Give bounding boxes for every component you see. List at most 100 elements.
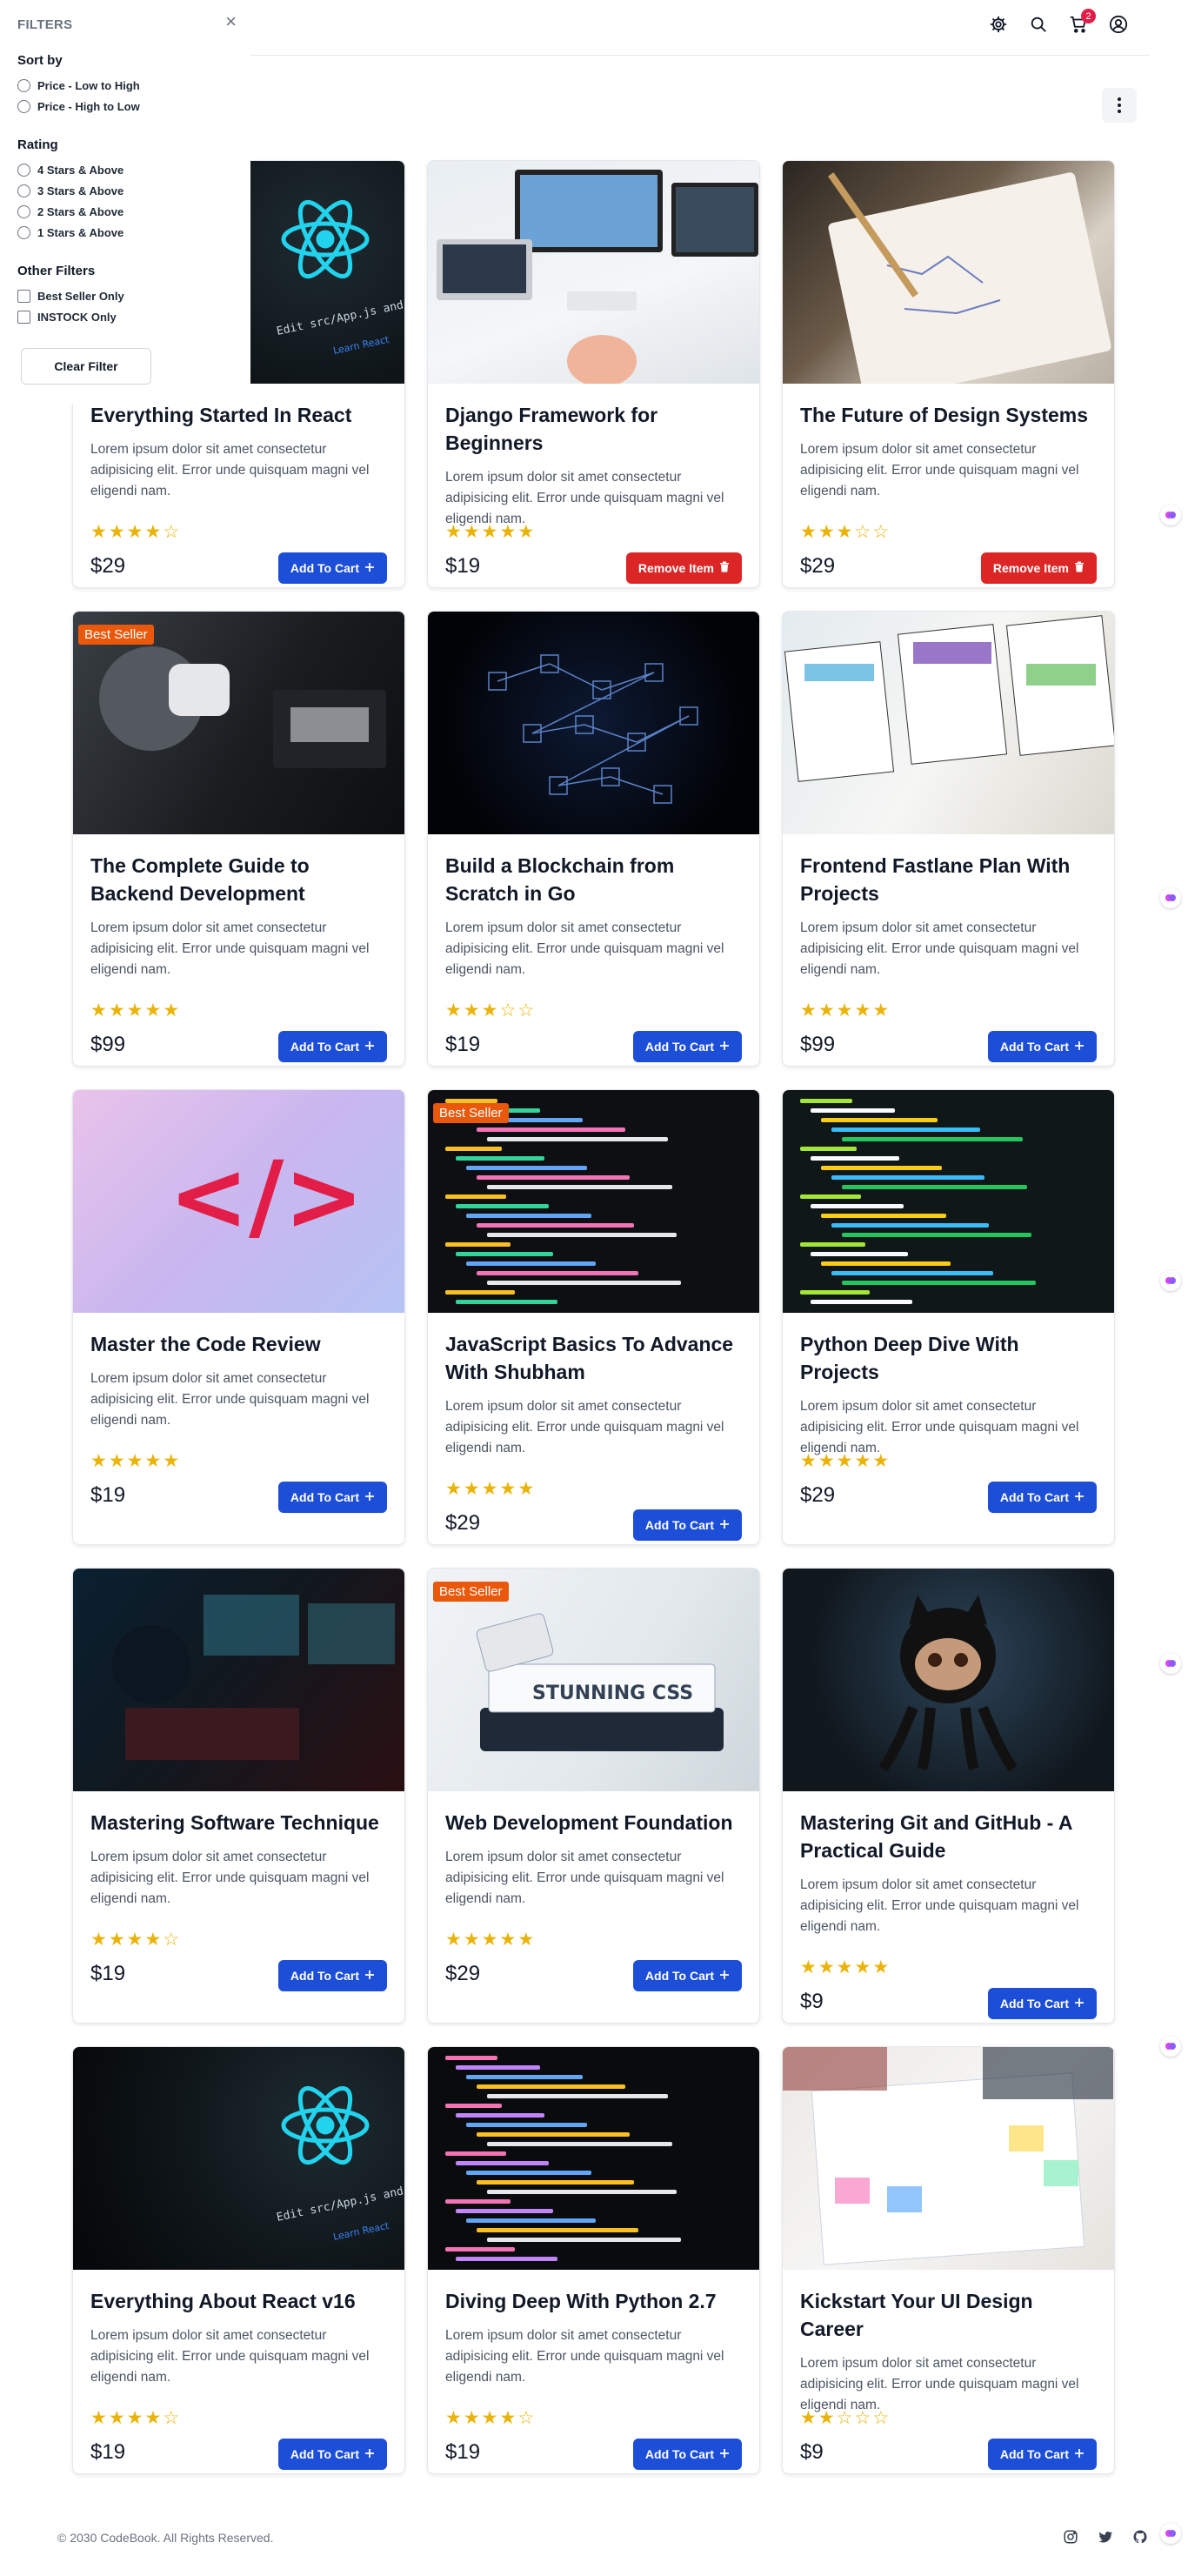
add-to-cart-button[interactable]: Add To Cart — [987, 1482, 1097, 1513]
product-title[interactable]: Master the Code Review — [90, 1330, 387, 1358]
user-icon[interactable] — [1108, 14, 1129, 35]
product-title[interactable]: Kickstart Your UI Design Career — [800, 2287, 1097, 2343]
checkbox[interactable] — [17, 310, 30, 324]
trash-icon — [719, 561, 730, 575]
product-card[interactable]: The Future of Design Systems Lorem ipsum … — [782, 160, 1115, 588]
floating-widget-icon[interactable] — [1160, 1270, 1181, 1291]
product-card[interactable]: Frontend Fastlane Plan With Projects Lore… — [782, 611, 1115, 1067]
radio-button[interactable] — [17, 78, 30, 92]
rating-1-option[interactable]: 1 Stars & Above — [17, 222, 233, 243]
python-code-image[interactable] — [783, 1090, 1114, 1313]
checkbox[interactable] — [17, 289, 30, 303]
product-price: $29 — [800, 1483, 836, 1507]
product-title[interactable]: The Future of Design Systems — [800, 401, 1097, 429]
product-card[interactable]: Diving Deep With Python 2.7 Lorem ipsum d… — [427, 2046, 760, 2474]
product-description: Lorem ipsum dolor sit amet consectetur a… — [800, 2356, 1079, 2412]
product-card[interactable]: Django Framework for Beginners Lorem ipsu… — [427, 160, 760, 588]
github-icon[interactable] — [1131, 2527, 1150, 2546]
product-title[interactable]: Build a Blockchain from Scratch in Go — [445, 852, 742, 907]
gear-icon[interactable] — [988, 14, 1009, 35]
sort-high-low-option[interactable]: Price - High to Low — [17, 96, 233, 117]
product-card[interactable]: Mastering Software Technique Lorem ipsum … — [72, 1568, 405, 2024]
radio-button[interactable] — [17, 163, 30, 177]
react-atom-image[interactable]: Edit src/App.js and saveLearn React — [73, 2047, 404, 2270]
star-filled-icon: ★ — [800, 522, 817, 542]
product-title[interactable]: Mastering Git and GitHub - A Practical G… — [800, 1809, 1097, 1864]
product-title[interactable]: Everything About React v16 — [90, 2287, 387, 2315]
add-to-cart-button[interactable]: Add To Cart — [987, 2439, 1097, 2470]
product-card[interactable]: Kickstart Your UI Design Career Lorem ips… — [782, 2046, 1115, 2474]
rating-4-option[interactable]: 4 Stars & Above — [17, 159, 233, 180]
floating-widget-icon[interactable] — [1160, 2523, 1181, 2544]
js-code-image[interactable]: Best Seller — [428, 1090, 759, 1313]
css-book-image[interactable]: STUNNING CSS Best Seller — [428, 1569, 759, 1791]
radio-button[interactable] — [17, 184, 30, 197]
floating-widget-icon[interactable] — [1160, 2036, 1181, 2057]
add-to-cart-button[interactable]: Add To Cart — [277, 1031, 387, 1062]
product-card[interactable]: Best Seller JavaScript Basics To Advance … — [427, 1089, 760, 1545]
button-label: Add To Cart — [290, 1969, 359, 1983]
product-card[interactable]: Build a Blockchain from Scratch in Go Lor… — [427, 611, 760, 1067]
rating-2-option[interactable]: 2 Stars & Above — [17, 201, 233, 222]
instock-filter[interactable]: INSTOCK Only — [17, 306, 233, 327]
product-title[interactable]: Frontend Fastlane Plan With Projects — [800, 852, 1097, 907]
product-title[interactable]: Python Deep Dive With Projects — [800, 1330, 1097, 1386]
product-card[interactable]: Mastering Git and GitHub - A Practical G… — [782, 1568, 1115, 2024]
twitter-icon[interactable] — [1096, 2527, 1115, 2546]
add-to-cart-button[interactable]: Add To Cart — [632, 2439, 742, 2470]
product-title[interactable]: Diving Deep With Python 2.7 — [445, 2287, 742, 2315]
add-to-cart-button[interactable]: Add To Cart — [987, 1988, 1097, 2019]
floating-widget-icon[interactable] — [1160, 505, 1181, 525]
add-to-cart-button[interactable]: Add To Cart — [277, 2439, 387, 2470]
rating-3-option[interactable]: 3 Stars & Above — [17, 180, 233, 201]
search-icon[interactable] — [1028, 14, 1049, 35]
product-card[interactable]: STUNNING CSS Best Seller Web Development F… — [427, 1568, 760, 2024]
close-icon[interactable]: × — [225, 12, 237, 31]
vr-headset-image[interactable]: Best Seller — [73, 612, 404, 834]
radio-button[interactable] — [17, 225, 30, 239]
python-code-image[interactable] — [428, 2047, 759, 2270]
floating-widget-icon[interactable] — [1160, 1653, 1181, 1674]
svg-text:Learn React: Learn React — [332, 334, 390, 357]
card-body: Mastering Git and GitHub - A Practical G… — [783, 1791, 1114, 1937]
product-title[interactable]: Django Framework for Beginners — [445, 401, 742, 457]
radio-button[interactable] — [17, 99, 30, 113]
developer-desk-image[interactable] — [73, 1569, 404, 1791]
octocat-image[interactable] — [783, 1569, 1114, 1791]
product-card[interactable]: Python Deep Dive With Projects Lorem ipsu… — [782, 1089, 1115, 1545]
desk-setup-image[interactable] — [428, 161, 759, 384]
add-to-cart-button[interactable]: Add To Cart — [987, 1031, 1097, 1062]
best-seller-filter[interactable]: Best Seller Only — [17, 285, 233, 306]
product-card[interactable]: Edit src/App.js and saveLearn React Every… — [72, 2046, 405, 2474]
radio-button[interactable] — [17, 204, 30, 218]
blockchain-image[interactable] — [428, 612, 759, 834]
cart-icon[interactable]: 2 — [1068, 9, 1096, 35]
code-symbol-image[interactable]: </> — [73, 1090, 404, 1313]
product-title[interactable]: The Complete Guide to Backend Developmen… — [90, 852, 387, 907]
remove-item-button[interactable]: Remove Item — [625, 552, 742, 584]
product-card[interactable]: </> Master the Code Review Lorem ipsum dol… — [72, 1089, 405, 1545]
product-description: Lorem ipsum dolor sit amet consectetur a… — [445, 920, 724, 977]
add-to-cart-button[interactable]: Add To Cart — [277, 1482, 387, 1513]
instagram-icon[interactable] — [1061, 2527, 1080, 2546]
ui-sketch-image[interactable] — [783, 2047, 1114, 2270]
product-title[interactable]: Mastering Software Technique — [90, 1809, 387, 1837]
product-title[interactable]: Web Development Foundation — [445, 1809, 742, 1837]
remove-item-button[interactable]: Remove Item — [980, 552, 1097, 584]
product-title[interactable]: JavaScript Basics To Advance With Shubha… — [445, 1330, 742, 1386]
wireframe-image[interactable] — [783, 612, 1114, 834]
option-label: 4 Stars & Above — [37, 163, 124, 177]
floating-widget-icon[interactable] — [1160, 887, 1181, 908]
add-to-cart-button[interactable]: Add To Cart — [277, 552, 387, 584]
clear-filter-button[interactable]: Clear Filter — [21, 348, 151, 385]
add-to-cart-button[interactable]: Add To Cart — [632, 1031, 742, 1062]
sort-low-high-option[interactable]: Price - Low to High — [17, 75, 233, 96]
product-title[interactable]: Everything Started In React — [90, 401, 387, 429]
more-options-button[interactable] — [1102, 88, 1137, 123]
product-card[interactable]: Best Seller The Complete Guide to Backend… — [72, 611, 405, 1067]
sketchbook-image[interactable] — [783, 161, 1114, 384]
add-to-cart-button[interactable]: Add To Cart — [632, 1509, 742, 1541]
add-to-cart-button[interactable]: Add To Cart — [277, 1960, 387, 1991]
add-to-cart-button[interactable]: Add To Cart — [632, 1960, 742, 1991]
star-filled-icon: ★ — [481, 1000, 498, 1020]
